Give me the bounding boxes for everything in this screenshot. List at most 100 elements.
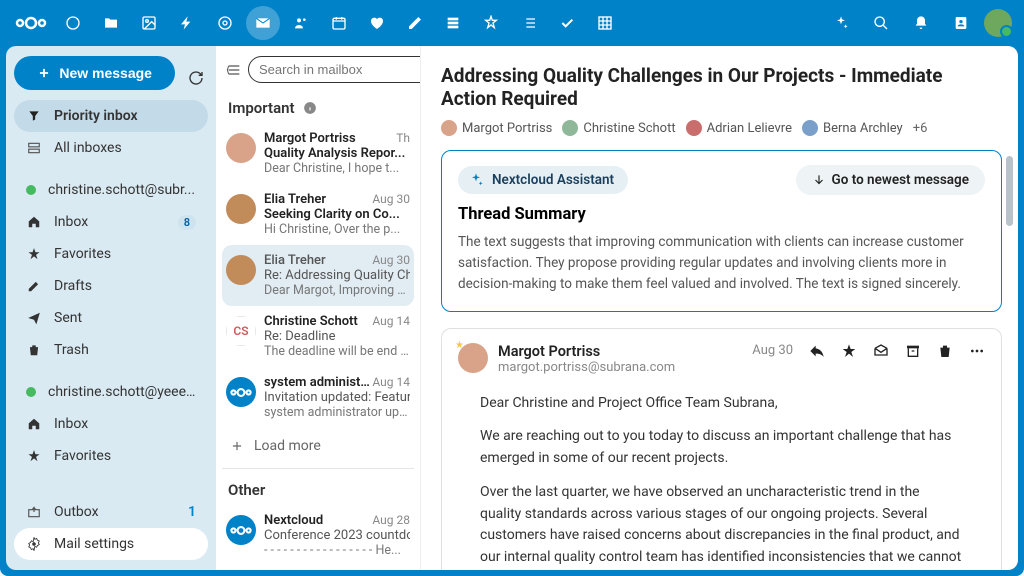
- activity-icon[interactable]: [170, 6, 204, 40]
- nav-trash[interactable]: Trash: [14, 334, 208, 366]
- search-input[interactable]: [248, 56, 421, 83]
- email-body: Dear Christine and Project Office Team S…: [458, 375, 985, 570]
- sender-avatar: [226, 194, 256, 224]
- nav-favorites-2[interactable]: Favorites: [14, 440, 208, 472]
- outbox-icon: [26, 504, 42, 520]
- mail-content-pane: Addressing Quality Challenges in Our Pro…: [421, 46, 1018, 570]
- nav-outbox[interactable]: Outbox 1: [14, 496, 208, 528]
- nav-inbox-2[interactable]: Inbox: [14, 408, 208, 440]
- assistant-sparkle-icon[interactable]: [824, 6, 858, 40]
- nav-all-inboxes[interactable]: All inboxes: [14, 132, 208, 164]
- home-icon: [26, 416, 42, 432]
- photos-icon[interactable]: [132, 6, 166, 40]
- bookmarks-icon[interactable]: [474, 6, 508, 40]
- nav-favorites-1[interactable]: Favorites: [14, 238, 208, 270]
- new-message-button[interactable]: New message: [14, 56, 175, 90]
- more-actions-button[interactable]: [969, 343, 985, 359]
- calendar-icon[interactable]: [322, 6, 356, 40]
- sender-avatar: [226, 255, 256, 285]
- sender-avatar: [226, 515, 256, 545]
- notifications-icon[interactable]: [904, 6, 938, 40]
- nav-account-1[interactable]: christine.schott@subr...: [14, 174, 208, 206]
- tasks-check-icon[interactable]: [550, 6, 584, 40]
- all-inboxes-icon: [26, 140, 42, 156]
- status-dot-icon: [26, 387, 36, 397]
- nav-sent[interactable]: Sent: [14, 302, 208, 334]
- contacts-icon[interactable]: [284, 6, 318, 40]
- reply-button[interactable]: [809, 343, 825, 359]
- star-icon: [26, 448, 42, 464]
- topbar-right-actions: [824, 6, 1012, 40]
- message-list-pane: Important Margot PortrissTh Quality Anal…: [216, 46, 421, 570]
- arrow-down-icon: [812, 173, 826, 187]
- summary-heading: Thread Summary: [458, 205, 985, 224]
- star-badge-icon: ★: [455, 340, 464, 351]
- delete-button[interactable]: [937, 343, 953, 359]
- top-nav-bar: [0, 0, 1024, 46]
- scrollbar[interactable]: [1006, 156, 1013, 226]
- message-item[interactable]: NextcloudAug 28 Conference 2023 countdow…: [222, 505, 414, 566]
- message-item[interactable]: CS Christine SchottAug 14 Re: Deadline T…: [222, 306, 414, 367]
- refresh-button[interactable]: [183, 65, 208, 91]
- mail-icon[interactable]: [246, 6, 280, 40]
- files-icon[interactable]: [94, 6, 128, 40]
- sparkle-icon: [468, 172, 484, 188]
- section-other: Other: [222, 473, 414, 505]
- participant[interactable]: Adrian Lelievre: [686, 120, 792, 136]
- talk-icon[interactable]: [208, 6, 242, 40]
- message-item[interactable]: Elia TreherAug 30 Seeking Clarity on Co.…: [222, 184, 414, 245]
- archive-button[interactable]: [905, 343, 921, 359]
- nextcloud-logo[interactable]: [12, 4, 50, 42]
- thread-title: Addressing Quality Challenges in Our Pro…: [441, 64, 1002, 110]
- contacts-menu-icon[interactable]: [944, 6, 978, 40]
- trash-icon: [26, 342, 42, 358]
- send-icon: [26, 310, 42, 326]
- summary-text: The text suggests that improving communi…: [458, 232, 985, 295]
- pencil-icon: [26, 278, 42, 294]
- collapse-sidebar-button[interactable]: [226, 59, 242, 81]
- assistant-summary-box: Nextcloud Assistant Go to newest message…: [441, 150, 1002, 312]
- thread-participants: Margot Portriss Christine Schott Adrian …: [441, 120, 1002, 136]
- nav-drafts[interactable]: Drafts: [14, 270, 208, 302]
- assistant-label[interactable]: Nextcloud Assistant: [458, 166, 628, 194]
- app-switcher-icons: [56, 6, 622, 40]
- notes-icon[interactable]: [398, 6, 432, 40]
- home-icon: [26, 214, 42, 230]
- message-item[interactable]: system administra...Aug 14 Invitation up…: [222, 367, 414, 428]
- email-date: Aug 30: [752, 343, 793, 358]
- search-icon[interactable]: [864, 6, 898, 40]
- deck-icon[interactable]: [436, 6, 470, 40]
- info-icon[interactable]: [303, 101, 317, 115]
- participant[interactable]: Christine Schott: [562, 120, 675, 136]
- email-message-card: ★ Margot Portriss margot.portriss@subran…: [441, 328, 1002, 570]
- participant[interactable]: Margot Portriss: [441, 120, 552, 136]
- go-to-newest-button[interactable]: Go to newest message: [796, 165, 986, 195]
- tasks-list-icon[interactable]: [512, 6, 546, 40]
- nav-inbox-1[interactable]: Inbox 8: [14, 206, 208, 238]
- email-from-name: Margot Portriss: [498, 343, 742, 360]
- message-item[interactable]: Elia TreherAug 30 Re: Addressing Quality…: [222, 245, 414, 306]
- gear-icon: [26, 536, 42, 552]
- star-icon: [26, 246, 42, 262]
- tables-icon[interactable]: [588, 6, 622, 40]
- message-item[interactable]: Margot PortrissTh Quality Analysis Repor…: [222, 123, 414, 184]
- load-more-button[interactable]: Load more: [222, 428, 414, 464]
- mark-read-button[interactable]: [873, 343, 889, 359]
- nav-mail-settings[interactable]: Mail settings: [14, 528, 208, 560]
- nav-account-2[interactable]: christine.schott@yeee...: [14, 376, 208, 408]
- dashboard-icon[interactable]: [56, 6, 90, 40]
- inbox-badge: 8: [178, 215, 196, 230]
- sender-avatar: [226, 377, 256, 407]
- star-button[interactable]: [841, 343, 857, 359]
- sender-avatar: [226, 133, 256, 163]
- nav-priority-inbox[interactable]: Priority inbox: [14, 100, 208, 132]
- health-icon[interactable]: [360, 6, 394, 40]
- participants-more[interactable]: +6: [913, 121, 928, 136]
- participant[interactable]: Berna Archley: [802, 120, 903, 136]
- priority-icon: [26, 108, 42, 124]
- sender-avatar: CS: [226, 316, 256, 346]
- mail-sidebar: New message Priority inbox All inboxes c…: [6, 46, 216, 570]
- user-avatar-menu[interactable]: [984, 9, 1012, 37]
- section-important: Important: [222, 91, 414, 123]
- outbox-count: 1: [188, 504, 196, 520]
